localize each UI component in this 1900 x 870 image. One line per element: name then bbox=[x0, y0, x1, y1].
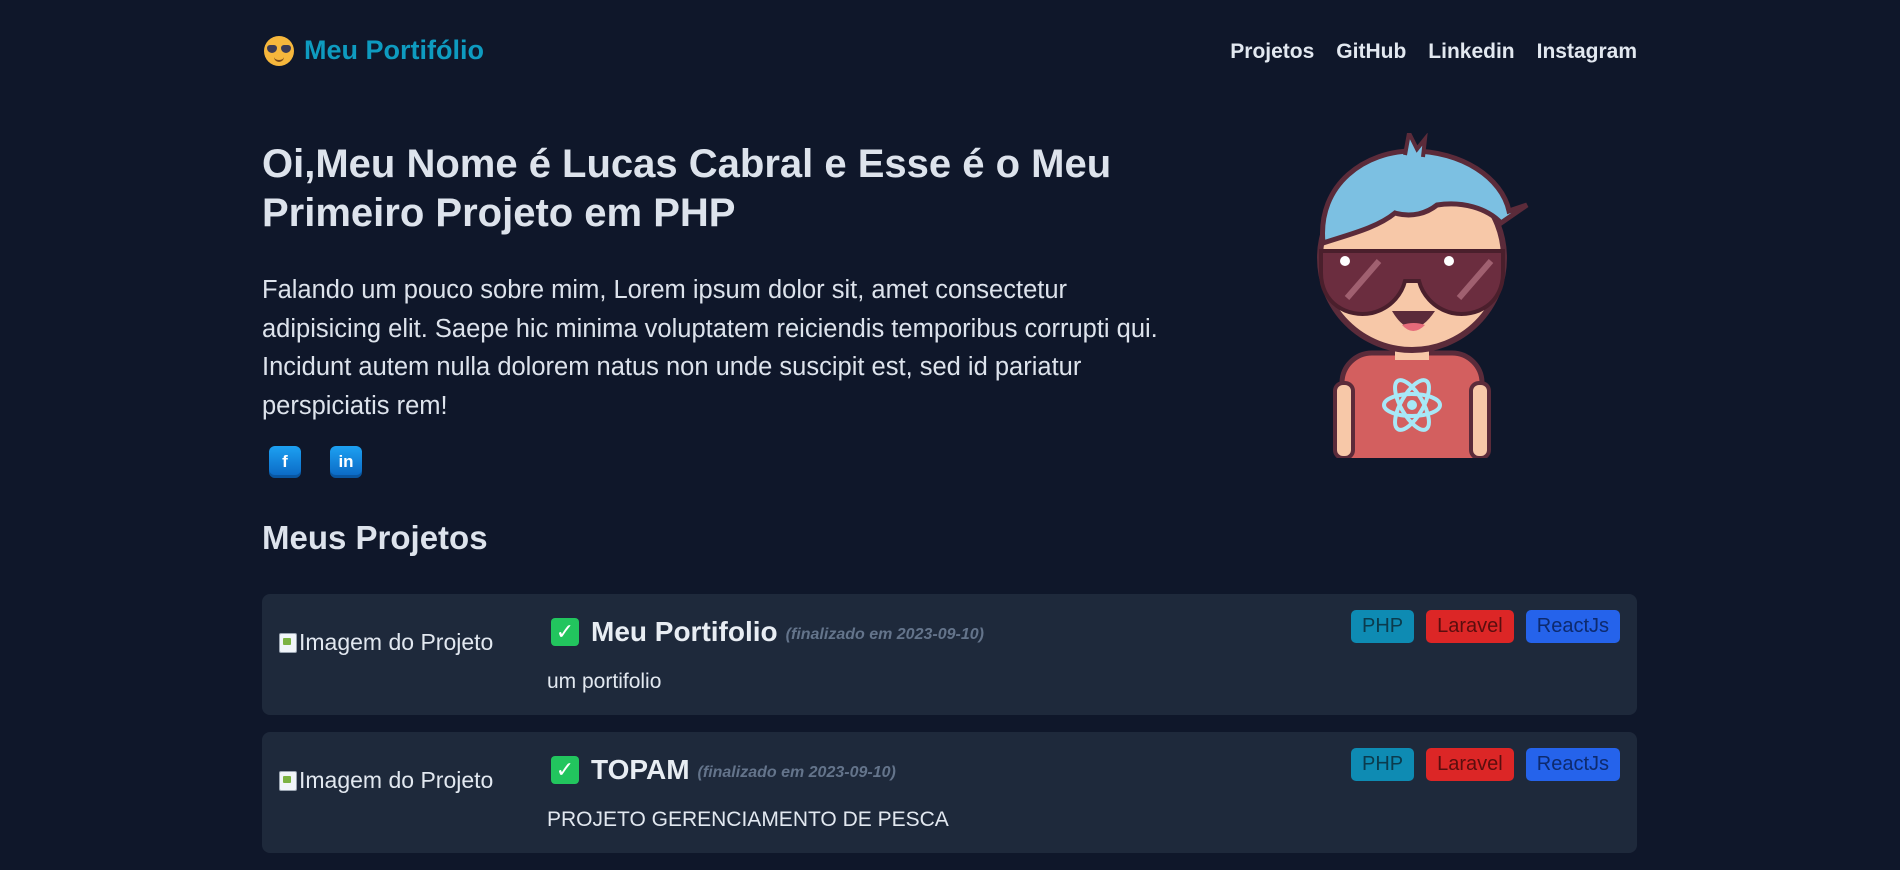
hero-description: Falando um pouco sobre mim, Lorem ipsum … bbox=[262, 276, 1158, 420]
nav-github[interactable]: GitHub bbox=[1336, 40, 1406, 64]
project-list: Imagem do Projeto ✓ Meu Portifolio (fina… bbox=[262, 594, 1637, 870]
project-image-alt: Imagem do Projeto bbox=[299, 767, 494, 793]
tag-reactjs: ReactJs bbox=[1525, 748, 1620, 781]
project-name[interactable]: TOPAM bbox=[591, 754, 690, 786]
cartoon-boy-sunglasses-react-shirt-icon bbox=[1317, 133, 1529, 458]
social-links: f in bbox=[269, 446, 362, 478]
project-description: um portifolio bbox=[547, 670, 662, 693]
project-date: (finalizado em 2023-09-10) bbox=[697, 764, 896, 781]
project-image: Imagem do Projeto bbox=[279, 629, 493, 656]
brand-name[interactable]: Meu Portifólio bbox=[304, 35, 484, 66]
tag-laravel: Laravel bbox=[1426, 610, 1514, 643]
tag-php: PHP bbox=[1351, 748, 1415, 781]
facebook-glyph: f bbox=[282, 452, 288, 471]
check-icon: ✓ bbox=[551, 756, 579, 784]
project-description: PROJETO GERENCIAMENTO DE PESCA bbox=[547, 808, 949, 831]
linkedin-icon[interactable]: in bbox=[330, 446, 362, 478]
smiling-face-with-sunglasses-icon bbox=[264, 35, 294, 66]
project-name[interactable]: Meu Portifolio bbox=[591, 616, 778, 648]
tag-laravel: Laravel bbox=[1426, 748, 1514, 781]
brand[interactable]: Meu Portifólio bbox=[264, 35, 484, 66]
linkedin-glyph: in bbox=[338, 452, 354, 471]
nav-linkedin[interactable]: Linkedin bbox=[1428, 40, 1514, 64]
project-date: (finalizado em 2023-09-10) bbox=[785, 626, 984, 643]
nav-projetos[interactable]: Projetos bbox=[1230, 40, 1314, 64]
projects-section-title: Meus Projetos bbox=[262, 519, 488, 556]
project-image: Imagem do Projeto bbox=[279, 767, 493, 794]
project-card[interactable]: Imagem do Projeto ✓ Meu Portifolio (fina… bbox=[262, 594, 1637, 715]
check-icon: ✓ bbox=[551, 618, 579, 646]
hero-title: Oi,Meu Nome é Lucas Cabral e Esse é o Me… bbox=[262, 142, 1112, 235]
site-header: Meu Portifólio Projetos GitHub Linkedin … bbox=[262, 0, 1637, 106]
project-tags: PHP Laravel ReactJs bbox=[1351, 748, 1620, 781]
project-image-alt: Imagem do Projeto bbox=[299, 629, 494, 655]
tag-reactjs: ReactJs bbox=[1525, 610, 1620, 643]
broken-image-icon bbox=[279, 770, 297, 791]
main-nav: Projetos GitHub Linkedin Instagram bbox=[1230, 40, 1637, 64]
nav-instagram[interactable]: Instagram bbox=[1537, 40, 1637, 64]
project-heading: ✓ TOPAM (finalizado em 2023-09-10) bbox=[551, 754, 896, 786]
tag-php: PHP bbox=[1351, 610, 1415, 643]
facebook-icon[interactable]: f bbox=[269, 446, 301, 478]
project-card[interactable]: Imagem do Projeto ✓ TOPAM (finalizado em… bbox=[262, 732, 1637, 853]
project-tags: PHP Laravel ReactJs bbox=[1351, 610, 1620, 643]
broken-image-icon bbox=[279, 632, 297, 653]
project-heading: ✓ Meu Portifolio (finalizado em 2023-09-… bbox=[551, 616, 984, 648]
